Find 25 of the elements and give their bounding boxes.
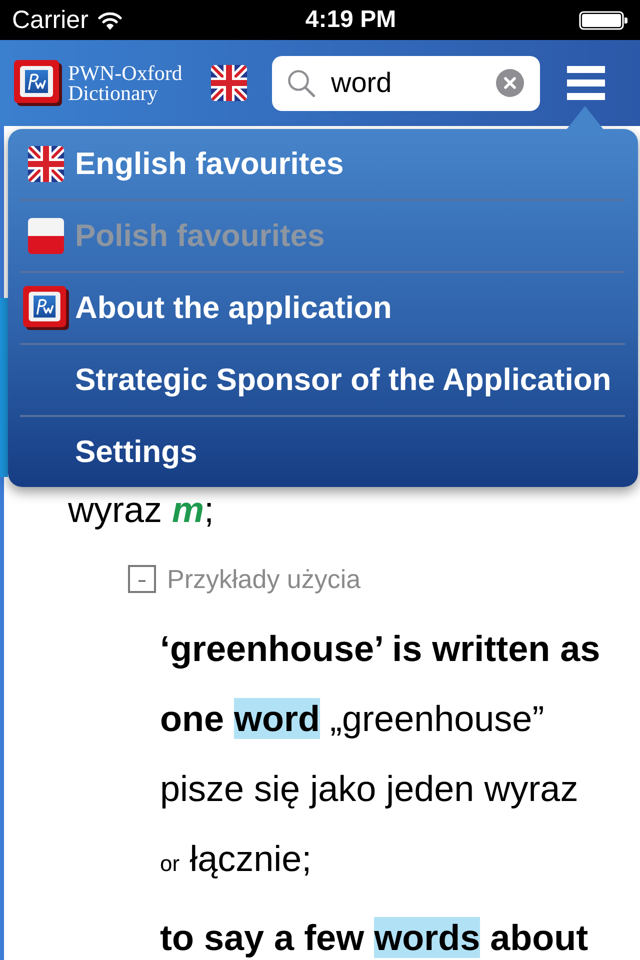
menu-item[interactable]: English favourites [8, 129, 638, 199]
menu-icon[interactable] [567, 66, 605, 100]
poland-flag-icon [28, 218, 64, 254]
search-bar[interactable]: word [272, 56, 540, 110]
menu-item[interactable]: Strategic Sponsor of the Application [8, 345, 638, 415]
usage-example: to say a few words about [160, 916, 590, 960]
usage-example: ‘greenhouse’ is written as one word „greenhouse” pisze się jako jeden wyraz or łącznie; [160, 627, 602, 881]
menu-item[interactable]: About the application [8, 273, 638, 343]
app-logo-icon [23, 286, 69, 330]
clear-icon[interactable] [496, 69, 524, 97]
uk-flag-icon [28, 146, 64, 182]
triangle-pointer-icon [566, 106, 604, 130]
app-logo-icon [14, 60, 62, 106]
clock-time: 4:19 PM [305, 5, 396, 35]
section-heading: Przykłady użycia [167, 564, 361, 594]
search-input[interactable]: word [331, 62, 496, 104]
wifi-icon [98, 10, 122, 30]
carrier-name: Carrier [12, 5, 88, 35]
minus-box-icon[interactable] [128, 565, 156, 593]
battery-icon [579, 10, 628, 30]
translation-text: wyraz m; [68, 488, 214, 532]
uk-flag-icon[interactable] [211, 65, 247, 101]
app-title: PWN-Oxford Dictionary [68, 63, 184, 103]
search-icon [288, 70, 315, 96]
menu-item[interactable]: Settings [8, 417, 638, 487]
